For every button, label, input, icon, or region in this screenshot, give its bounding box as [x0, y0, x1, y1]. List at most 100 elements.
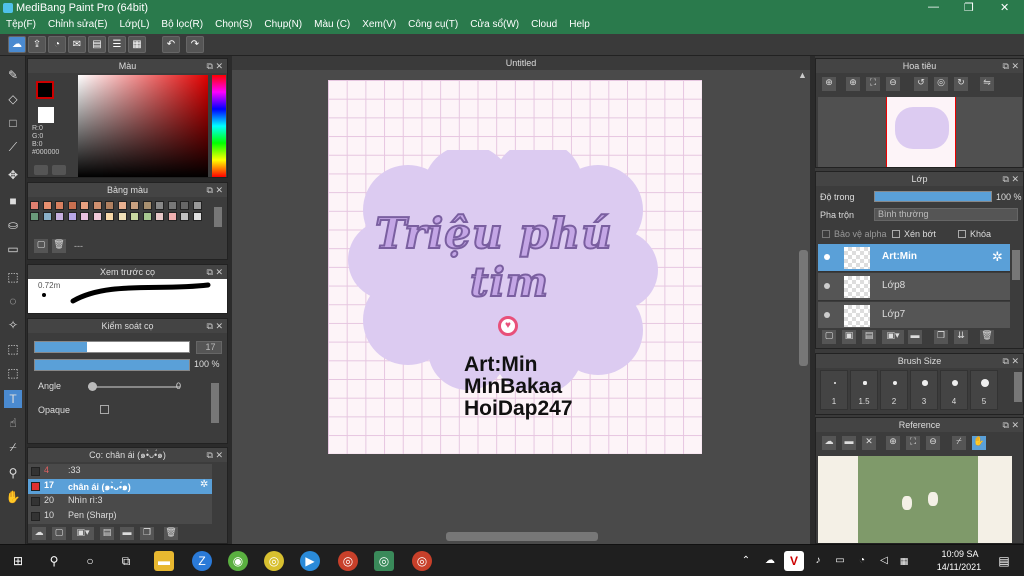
undo-icon[interactable]: ↶	[162, 36, 180, 53]
expand-icon[interactable]: ⧉ ✕	[207, 183, 223, 197]
layer-row-selected[interactable]: Art:Min ✲	[818, 244, 1010, 272]
expand-icon[interactable]: ⧉ ✕	[207, 319, 223, 333]
expand-icon[interactable]: ⧉ ✕	[207, 448, 223, 462]
duplicate-icon[interactable]: ❐	[140, 527, 154, 540]
protect-alpha-checkbox[interactable]	[822, 230, 830, 238]
expand-icon[interactable]: ⧉ ✕	[1003, 354, 1019, 368]
palette-swatch[interactable]	[55, 201, 64, 210]
rotate-reset-icon[interactable]: ◎	[934, 77, 948, 91]
folder-icon[interactable]: ▬	[908, 330, 922, 344]
menu-color[interactable]: Màu (C)	[308, 17, 356, 34]
select-eraser-icon[interactable]: ⬚	[4, 364, 22, 382]
palette-swatch[interactable]	[167, 212, 177, 221]
open-folder-icon[interactable]: ▬	[842, 436, 856, 450]
brush-item[interactable]: 20 Nhìn rì:3	[28, 494, 212, 509]
eyedropper-icon[interactable]: ⌿	[952, 436, 966, 450]
palette-swatch[interactable]	[67, 212, 77, 221]
close-button[interactable]: ✕	[1000, 1, 1009, 14]
text-tool-icon[interactable]: T	[4, 390, 22, 408]
menu-window[interactable]: Cửa sổ(W)	[464, 17, 525, 34]
brush-settings-icon[interactable]: ▤	[100, 527, 114, 540]
rotate-left-icon[interactable]: ↺	[914, 77, 928, 91]
palette-swatch[interactable]	[117, 212, 127, 221]
palette-swatch[interactable]	[30, 201, 39, 210]
task-view-icon[interactable]: ⧉	[116, 551, 136, 571]
zalo-icon[interactable]: Z	[192, 551, 212, 571]
list-icon[interactable]: ☰	[108, 36, 126, 53]
gear-icon[interactable]: ✲	[200, 479, 208, 490]
opaque-checkbox[interactable]	[100, 405, 109, 414]
duplicate-layer-icon[interactable]: ❐	[934, 330, 948, 344]
clock-time[interactable]: 10:09 SA	[938, 549, 982, 559]
lock-checkbox[interactable]	[958, 230, 966, 238]
layer-row[interactable]: Lớp7	[818, 302, 1010, 328]
palette-swatch[interactable]	[42, 212, 52, 221]
speaker-icon[interactable]: ♪	[808, 551, 828, 571]
scroll-up-icon[interactable]: ▲	[798, 70, 807, 80]
palette-swatch[interactable]	[155, 212, 164, 221]
folder-icon[interactable]: ▬	[120, 527, 134, 540]
move-tool-icon[interactable]: ✥	[4, 166, 22, 184]
eyedropper-icon[interactable]: ⚲	[4, 464, 22, 482]
palette-swatch[interactable]	[142, 212, 152, 221]
saturation-value-picker[interactable]	[78, 75, 208, 177]
visibility-icon[interactable]	[824, 283, 830, 289]
brush-item-selected[interactable]: 17 chân ái (๑•̀ᴗ•́๑) ✲	[28, 479, 212, 494]
expand-icon[interactable]: ⧉ ✕	[1003, 59, 1019, 73]
new-palette-icon[interactable]: ▢	[34, 239, 48, 253]
grid-icon[interactable]: ▦	[128, 36, 146, 53]
cloud-tray-icon[interactable]: ☁	[760, 551, 780, 571]
palette-swatch[interactable]	[192, 212, 202, 221]
brush-size-cell[interactable]: 1	[820, 370, 848, 410]
chat-icon[interactable]: ✉	[68, 36, 86, 53]
flip-icon[interactable]: ⇋	[980, 77, 994, 91]
palette-swatch[interactable]	[55, 212, 64, 221]
rotate-right-icon[interactable]: ↻	[954, 77, 968, 91]
eraser-tool-icon[interactable]: ◇	[4, 90, 22, 108]
new-brush-icon[interactable]: ▢	[52, 527, 66, 540]
brush-control-scrollbar[interactable]	[211, 383, 219, 423]
brush-size-cell[interactable]: 4	[940, 370, 968, 410]
windows-start-icon[interactable]: ⊞	[8, 551, 28, 571]
restore-button[interactable]: ❐	[964, 1, 974, 14]
palette-swatch[interactable]	[30, 212, 39, 221]
line-tool-icon[interactable]: ⟋	[4, 138, 22, 156]
layer-opacity-slider[interactable]	[874, 191, 992, 202]
cortana-icon[interactable]: ○	[80, 551, 100, 571]
hue-slider[interactable]	[212, 75, 226, 177]
palette-swatch[interactable]	[105, 201, 114, 210]
brush-size-cell[interactable]: 3	[910, 370, 938, 410]
trash-icon[interactable]: 🗑	[164, 527, 178, 540]
cloud-icon[interactable]: ☁	[822, 436, 836, 450]
cloud-download-icon[interactable]: ☁	[32, 527, 46, 540]
gear-icon[interactable]: ✲	[992, 249, 1003, 265]
chrome-icon[interactable]: ◎	[264, 551, 284, 571]
chrome-icon[interactable]: ◎	[412, 551, 432, 571]
menu-snap[interactable]: Chụp(N)	[258, 17, 308, 34]
zoom-in-icon[interactable]: ⊕	[846, 77, 860, 91]
expand-icon[interactable]: ⧉ ✕	[1003, 418, 1019, 432]
bucket-tool-icon[interactable]: ⛀	[4, 216, 22, 234]
delete-palette-icon[interactable]: 🗑	[52, 239, 66, 253]
foreground-color[interactable]	[36, 81, 54, 99]
operation-tool-icon[interactable]: ☝	[4, 414, 22, 432]
gradient-tool-icon[interactable]: ▭	[4, 240, 22, 258]
palette-swatch[interactable]	[117, 201, 127, 210]
volume-icon[interactable]: ◁	[874, 551, 894, 571]
palette-swatch[interactable]	[192, 201, 202, 210]
brush-size-cell[interactable]: 5	[970, 370, 998, 410]
angle-slider[interactable]	[88, 382, 180, 391]
palette-swatch[interactable]	[67, 201, 77, 210]
document-tab[interactable]: Untitled	[232, 56, 810, 70]
notification-icon[interactable]: ▤	[994, 551, 1014, 571]
palette-swatch[interactable]	[92, 201, 102, 210]
clock-date[interactable]: 14/11/2021	[934, 562, 984, 572]
antivirus-icon[interactable]: V	[784, 551, 804, 571]
add-brush-icon[interactable]: ▣▾	[72, 527, 94, 540]
zoom-icon[interactable]: ▶	[300, 551, 320, 571]
search-icon[interactable]: ⚲	[44, 551, 64, 571]
lasso-tool-icon[interactable]: ◌	[4, 292, 22, 310]
palette-swatch[interactable]	[105, 212, 114, 221]
fit-icon[interactable]: ⛶	[906, 436, 920, 450]
brush-size-cell[interactable]: 2	[880, 370, 908, 410]
